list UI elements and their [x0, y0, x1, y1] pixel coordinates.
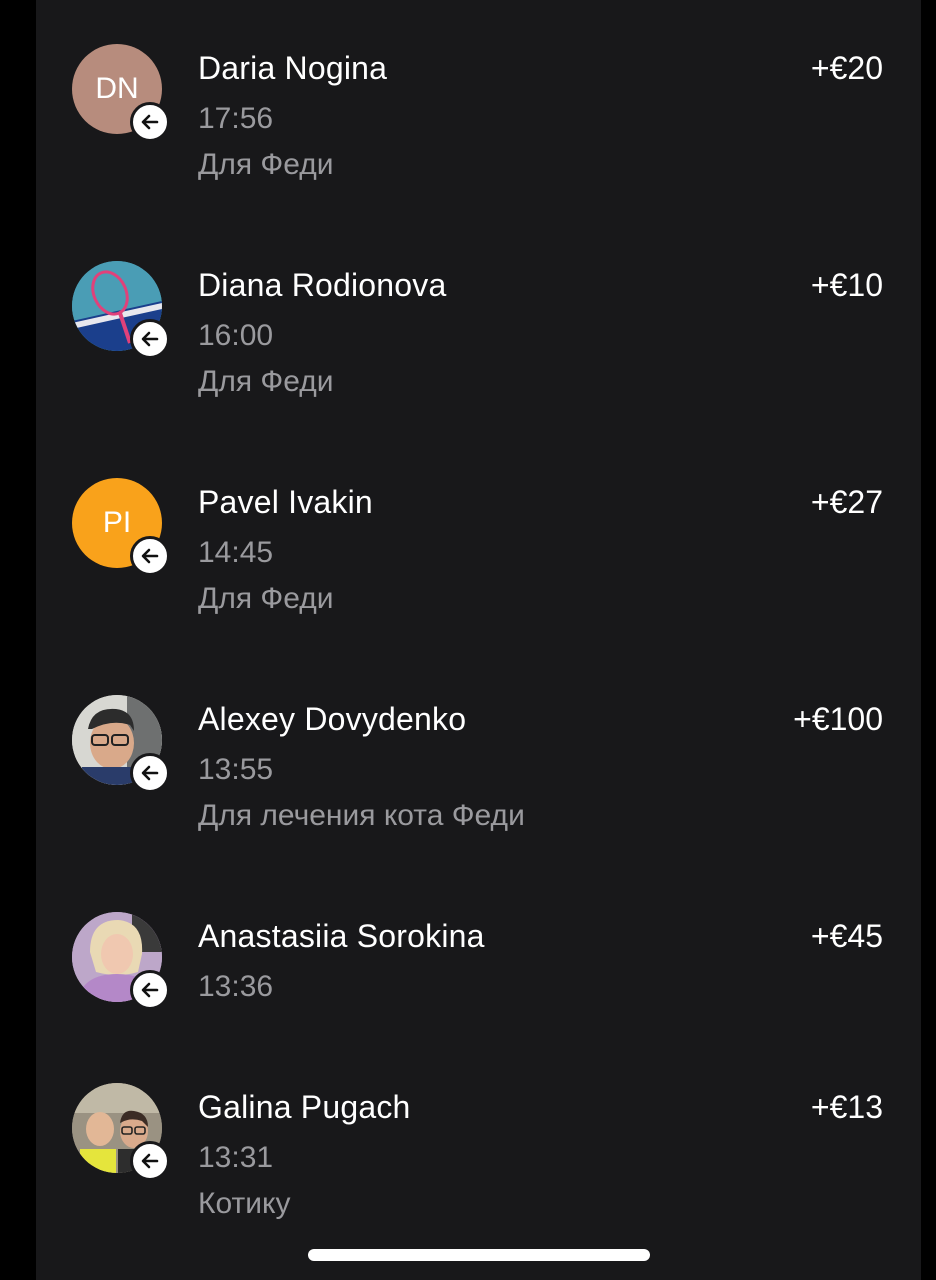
transaction-note: Котику: [198, 1187, 291, 1220]
avatar: [72, 261, 170, 359]
transaction-note: Для Феди: [198, 582, 334, 615]
transaction-time: 13:36: [198, 970, 274, 1003]
transaction-time: 13:55: [198, 753, 274, 786]
transaction-time: 17:56: [198, 102, 274, 135]
sender-name: Pavel Ivakin: [198, 484, 373, 520]
transaction-row[interactable]: PI Pavel Ivakin +€27 14:45 Для Феди: [36, 478, 921, 658]
amount: +€45: [810, 918, 883, 954]
amount: +€20: [810, 50, 883, 86]
avatar: [72, 912, 170, 1010]
sender-name: Daria Nogina: [198, 50, 388, 86]
arrow-left-icon: [130, 102, 170, 142]
avatar: PI: [72, 478, 170, 576]
amount: +€10: [810, 267, 883, 303]
avatar: DN: [72, 44, 170, 142]
transaction-row[interactable]: DN Daria Nogina +€20 17:56 Для Феди: [36, 44, 921, 224]
amount: +€13: [810, 1089, 883, 1125]
arrow-left-icon: [130, 753, 170, 793]
arrow-left-icon: [130, 1141, 170, 1181]
sender-name: Anastasiia Sorokina: [198, 918, 485, 954]
home-indicator[interactable]: [308, 1249, 650, 1261]
transaction-time: 16:00: [198, 319, 274, 352]
transaction-time: 13:31: [198, 1141, 274, 1174]
transaction-row[interactable]: Galina Pugach +€13 13:31 Котику: [36, 1083, 921, 1263]
transaction-time: 14:45: [198, 536, 274, 569]
transaction-note: Для лечения кота Феди: [198, 799, 525, 832]
arrow-left-icon: [130, 536, 170, 576]
avatar: [72, 695, 170, 793]
transaction-row[interactable]: Alexey Dovydenko +€100 13:55 Для лечения…: [36, 695, 921, 875]
arrow-left-icon: [130, 970, 170, 1010]
sender-name: Alexey Dovydenko: [198, 701, 467, 737]
sender-name: Diana Rodionova: [198, 267, 447, 303]
transaction-row[interactable]: Diana Rodionova +€10 16:00 Для Феди: [36, 261, 921, 441]
arrow-left-icon: [130, 319, 170, 359]
sender-name: Galina Pugach: [198, 1089, 411, 1125]
transaction-note: Для Феди: [198, 148, 334, 181]
transaction-list: DN Daria Nogina +€20 17:56 Для Феди Dian…: [36, 0, 921, 1280]
avatar: [72, 1083, 170, 1181]
amount: +€27: [810, 484, 883, 520]
amount: +€100: [793, 701, 883, 737]
transaction-note: Для Феди: [198, 365, 334, 398]
transaction-row[interactable]: Anastasiia Sorokina +€45 13:36: [36, 912, 921, 1092]
